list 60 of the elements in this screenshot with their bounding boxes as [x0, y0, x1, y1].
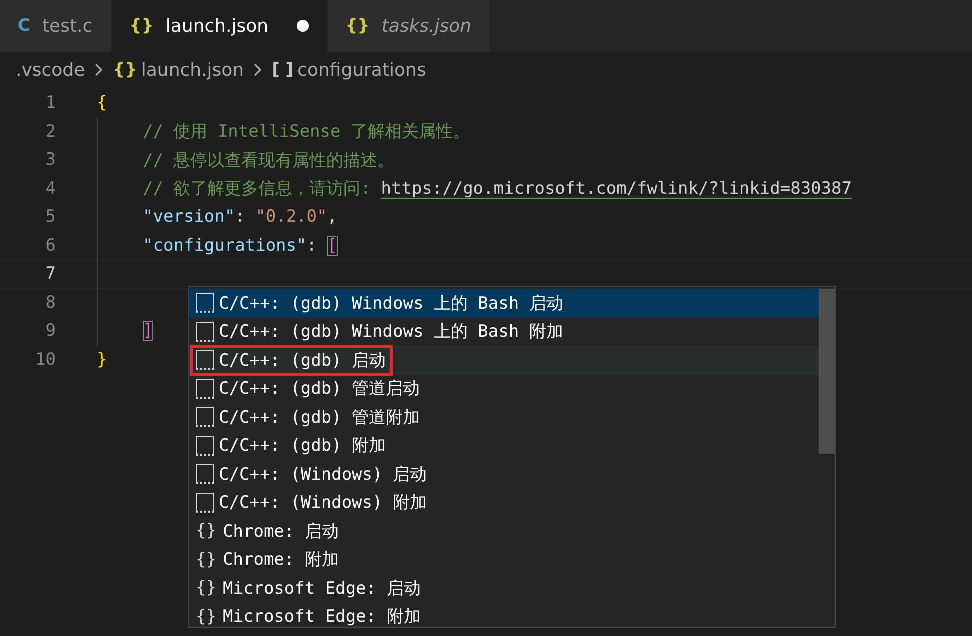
suggestion-item[interactable]: C/C++: (gdb) 附加: [189, 432, 819, 460]
breadcrumb-item[interactable]: configurations: [298, 60, 426, 80]
code-token: "version": [143, 207, 236, 228]
code-comment: // 悬停以查看现有属性的描述。: [143, 150, 395, 172]
snippet-icon: [196, 492, 214, 513]
line-number: 10: [34, 350, 56, 370]
link[interactable]: https://go.microsoft.com/fwlink/?linkid=830387: [381, 178, 852, 199]
code-bracket: ]: [143, 321, 154, 342]
code-token: :: [306, 236, 318, 256]
braces-icon: {}: [196, 578, 218, 598]
code-token: "configurations": [143, 236, 307, 256]
file-type-icon: C: [18, 16, 30, 36]
suggestion-item[interactable]: {} Microsoft Edge: 启动: [189, 574, 819, 602]
braces-icon: {}: [196, 521, 218, 542]
editor-tab[interactable]: {} launch.json: [112, 0, 328, 52]
file-type-icon: {}: [130, 16, 154, 36]
suggestion-item[interactable]: C/C++: (Windows) 附加: [189, 488, 819, 517]
symbol-icon: [ ]: [272, 60, 294, 80]
code-comment: // 欲了解更多信息，请访问:: [143, 178, 372, 200]
suggestion-item[interactable]: C/C++: (gdb) Windows 上的 Bash 附加: [189, 318, 819, 346]
line-number: 4: [44, 178, 56, 199]
snippet-icon: [196, 293, 214, 314]
suggestion-item[interactable]: {} Chrome: 附加: [189, 546, 819, 574]
line-number: 2: [44, 122, 56, 142]
snippet-icon: [196, 378, 214, 399]
snippet-icon: [196, 322, 214, 342]
suggestion-item[interactable]: C/C++: (gdb) 管道附加: [189, 403, 819, 432]
editor-tab[interactable]: {} tasks.json: [328, 0, 491, 52]
snippet-icon: [196, 436, 214, 456]
suggestion-item[interactable]: C/C++: (gdb) 管道启动: [189, 374, 819, 403]
code-token: :: [235, 207, 246, 228]
suggestion-item[interactable]: C/C++: (gdb) 启动: [189, 346, 819, 374]
code-comment: // 使用 IntelliSense 了解相关属性。: [143, 121, 470, 144]
snippet-icon: [196, 407, 214, 428]
code-bracket: }: [97, 350, 108, 370]
suggestion-item[interactable]: C/C++: (Windows) 启动: [189, 460, 819, 488]
suggestion-item[interactable]: {} Microsoft Edge: 附加: [189, 602, 819, 631]
code-token: ,: [327, 207, 338, 228]
unsaved-dot-icon: [296, 20, 309, 32]
snippet-icon: [196, 350, 214, 370]
suggestion-item[interactable]: C/C++: (gdb) Windows 上的 Bash 启动: [189, 289, 819, 318]
line-number: 1: [44, 93, 56, 114]
line-number: 5: [44, 207, 56, 228]
code-token: "0.2.0": [256, 207, 328, 228]
suggestion-item[interactable]: {} Chrome: 启动: [189, 517, 819, 546]
braces-icon: {}: [196, 550, 218, 570]
line-number: 3: [44, 150, 56, 170]
code-bracket: [: [327, 236, 338, 256]
snippet-icon: [196, 464, 214, 484]
braces-icon: {}: [196, 606, 218, 627]
line-number: 9: [44, 321, 56, 342]
breadcrumb-item[interactable]: launch.json: [141, 60, 244, 80]
breadcrumb-item[interactable]: .vscode: [16, 60, 86, 80]
line-number: 8: [44, 292, 56, 313]
editor-tab[interactable]: C test.c: [0, 0, 112, 52]
symbol-icon: {}: [113, 60, 138, 80]
code-bracket: {: [97, 93, 108, 114]
line-number: 6: [44, 236, 56, 256]
file-type-icon: {}: [346, 16, 370, 36]
line-number: 7: [44, 264, 56, 284]
